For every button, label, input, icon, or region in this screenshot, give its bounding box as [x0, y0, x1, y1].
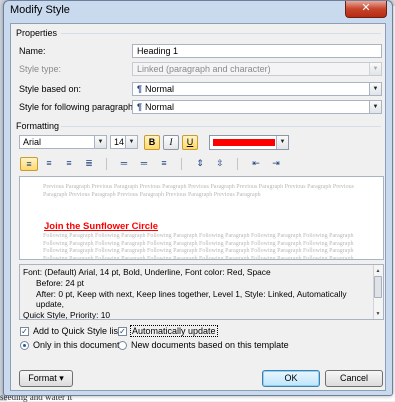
single-spacing-icon: ═ [120, 158, 128, 168]
close-icon: ✕ [361, 2, 371, 14]
toolbar-separator [106, 158, 107, 170]
increase-paragraph-spacing-icon: ⇕ [196, 158, 204, 168]
style-type-label: Style type: [19, 64, 62, 74]
one-half-spacing-button[interactable]: ═ [135, 157, 153, 171]
description-scrollbar[interactable]: ▲ ▼ [373, 265, 383, 319]
style-preview: Previous Paragraph Previous Paragraph Pr… [19, 176, 384, 260]
chevron-down-icon: ▼ [125, 136, 137, 148]
preview-previous-paragraph: Previous Paragraph Previous Paragraph Pr… [43, 184, 354, 198]
font-size-dropdown[interactable]: 14 ▼ [110, 135, 138, 149]
increase-indent-icon: ⇥ [272, 158, 280, 168]
pilcrow-icon: ¶ [137, 102, 143, 112]
double-spacing-icon: ≡ [161, 158, 167, 168]
name-input[interactable]: Heading 1 [132, 44, 382, 58]
align-right-icon: ≡ [66, 158, 72, 168]
decrease-spacing-button[interactable]: ⇳ [211, 157, 229, 171]
scroll-down-icon[interactable]: ▼ [374, 309, 382, 318]
chevron-down-icon: ▼ [276, 136, 288, 149]
style-type-dropdown[interactable]: Linked (paragraph and character) ▼ [132, 62, 382, 76]
auto-update-checkbox[interactable]: ✓ [118, 327, 127, 336]
single-spacing-button[interactable]: ═ [115, 157, 133, 171]
italic-button[interactable]: I [163, 135, 179, 150]
style-type-value: Linked (paragraph and character) [137, 64, 271, 74]
properties-section-label: Properties [16, 28, 58, 38]
preview-heading: Join the Sunflower Circle [44, 221, 159, 232]
dialog-client: Properties Name: Heading 1 Style type: L… [10, 23, 386, 391]
dialog-title: Modify Style [10, 4, 70, 16]
title-bar[interactable]: Modify Style ✕ [4, 1, 392, 21]
font-color-swatch [213, 139, 275, 146]
only-this-document-radio[interactable] [20, 341, 29, 350]
align-left-icon: ≡ [26, 159, 32, 169]
style-following-label: Style for following paragraph: [19, 102, 136, 112]
style-based-on-label: Style based on: [19, 84, 82, 94]
underline-icon: U [186, 137, 194, 147]
decrease-indent-button[interactable]: ⇤ [247, 157, 265, 171]
style-based-on-value: Normal [145, 84, 175, 94]
close-button[interactable]: ✕ [345, 1, 387, 18]
one-half-spacing-icon: ═ [140, 158, 148, 168]
underline-button[interactable]: U [182, 135, 198, 150]
preview-following-paragraph: Following Paragraph Following Paragraph … [43, 233, 354, 260]
description-line-4: Quick Style, Priority: 10 [23, 310, 111, 320]
justify-icon: ≣ [85, 158, 93, 168]
bold-button[interactable]: B [144, 135, 160, 150]
style-following-dropdown[interactable]: ¶ Normal ▼ [132, 100, 382, 114]
toolbar-separator [181, 158, 182, 170]
italic-icon: I [169, 137, 173, 147]
new-documents-label: New documents based on this template [131, 340, 289, 350]
modify-style-dialog: Modify Style ✕ Properties Name: Heading … [3, 0, 393, 396]
align-left-button[interactable]: ≡ [20, 157, 38, 171]
decrease-indent-icon: ⇤ [252, 158, 260, 168]
chevron-down-icon: ▼ [369, 63, 381, 75]
font-name-dropdown[interactable]: Arial ▼ [19, 135, 107, 149]
style-description: Font: (Default) Arial, 14 pt, Bold, Unde… [19, 264, 384, 320]
decrease-paragraph-spacing-icon: ⇳ [216, 158, 224, 168]
ok-button[interactable]: OK [262, 370, 320, 387]
add-quick-style-checkbox[interactable]: ✓ [20, 327, 29, 336]
auto-update-label: Automatically update [130, 325, 218, 337]
formatting-divider [61, 126, 381, 127]
justify-button[interactable]: ≣ [80, 157, 98, 171]
format-menu-button[interactable]: Format ▾ [19, 370, 73, 387]
chevron-down-icon: ▼ [369, 83, 381, 95]
increase-indent-button[interactable]: ⇥ [267, 157, 285, 171]
toolbar-separator [237, 158, 238, 170]
bold-icon: B [148, 137, 156, 147]
pilcrow-icon: ¶ [137, 84, 143, 94]
style-following-value: Normal [145, 102, 175, 112]
align-center-icon: ≡ [46, 158, 52, 168]
properties-divider [61, 33, 381, 34]
double-spacing-button[interactable]: ≡ [155, 157, 173, 171]
formatting-section-label: Formatting [16, 121, 60, 131]
name-label: Name: [19, 46, 46, 56]
font-size-value: 14 [114, 137, 125, 147]
font-name-value: Arial [23, 137, 42, 147]
style-based-on-dropdown[interactable]: ¶ Normal ▼ [132, 82, 382, 96]
cancel-button[interactable]: Cancel [325, 370, 383, 387]
font-color-dropdown[interactable]: ▼ [209, 135, 289, 150]
scroll-thumb[interactable] [374, 276, 382, 298]
add-quick-style-label: Add to Quick Style list [33, 326, 121, 336]
description-line-1: Font: (Default) Arial, 14 pt, Bold, Unde… [23, 267, 271, 277]
new-documents-radio[interactable] [118, 341, 127, 350]
description-line-3: After: 0 pt, Keep with next, Keep lines … [36, 288, 347, 310]
description-line-2: Before: 24 pt [36, 277, 84, 288]
increase-spacing-button[interactable]: ⇕ [191, 157, 209, 171]
scroll-up-icon[interactable]: ▲ [374, 266, 382, 275]
chevron-down-icon: ▼ [94, 136, 106, 148]
align-center-button[interactable]: ≡ [40, 157, 58, 171]
chevron-down-icon: ▼ [369, 101, 381, 113]
align-right-button[interactable]: ≡ [60, 157, 78, 171]
name-value: Heading 1 [137, 46, 179, 56]
only-this-document-label: Only in this document [33, 340, 120, 350]
